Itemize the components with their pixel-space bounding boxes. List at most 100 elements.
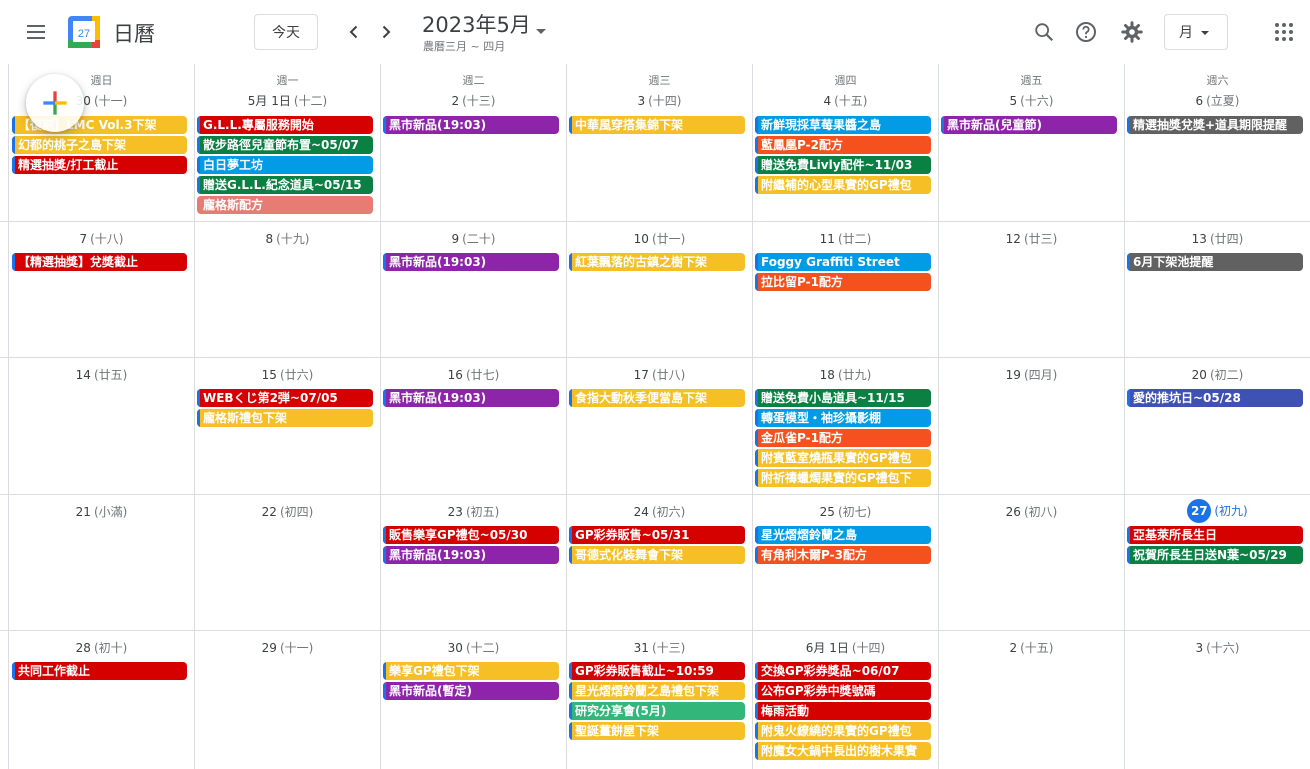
- date-label[interactable]: 22: [262, 505, 277, 519]
- event-chip[interactable]: 附繼補的心型果實的GP禮包: [755, 176, 931, 194]
- date-label[interactable]: 2: [1009, 641, 1017, 655]
- day-number[interactable]: 12 (廿三): [939, 230, 1124, 247]
- day-number[interactable]: 30 (十二): [381, 639, 566, 656]
- date-label[interactable]: 29: [262, 641, 277, 655]
- event-chip[interactable]: 白日夢工坊: [197, 156, 373, 174]
- event-chip[interactable]: 祝賀所長生日送N葉~05/29: [1127, 546, 1303, 564]
- date-label[interactable]: 5月 1日: [248, 94, 291, 108]
- date-label[interactable]: 6: [1195, 94, 1203, 108]
- event-chip[interactable]: 星光熠熠鈴蘭之島禮包下架: [569, 682, 745, 700]
- day-number[interactable]: 5月 1日 (十二): [195, 92, 380, 109]
- event-chip[interactable]: 中華風穿搭集錦下架: [569, 116, 745, 134]
- date-label[interactable]: 6月 1日: [806, 641, 849, 655]
- event-chip[interactable]: Foggy Graffiti Street: [755, 253, 931, 271]
- day-cell[interactable]: 16 (廿七) 黑市新品(19:03): [380, 358, 566, 495]
- date-label[interactable]: 15: [262, 368, 277, 382]
- main-menu-button[interactable]: [16, 12, 56, 52]
- day-cell[interactable]: 31 (十三) GP彩券販售截止~10:59 星光熠熠鈴蘭之島禮包下架 研究分享會(5月…: [566, 631, 752, 769]
- event-chip[interactable]: 愛的推坑日~05/28: [1127, 389, 1303, 407]
- date-label[interactable]: 10: [634, 232, 649, 246]
- google-apps-button[interactable]: [1264, 12, 1304, 52]
- event-chip[interactable]: 星光熠熠鈴蘭之島: [755, 526, 931, 544]
- day-cell[interactable]: 24 (初六) GP彩券販售~05/31 哥德式化裝舞會下架: [566, 495, 752, 631]
- day-cell[interactable]: 7 (十八) 【精選抽獎】兌獎截止: [8, 222, 194, 358]
- event-chip[interactable]: 黑市新品(19:03): [383, 389, 559, 407]
- day-cell[interactable]: 25 (初七) 星光熠熠鈴蘭之島 有角利木爾P-3配方: [752, 495, 938, 631]
- day-cell[interactable]: 20 (初二) 愛的推坑日~05/28: [1124, 358, 1310, 495]
- day-number[interactable]: 23 (初五): [381, 503, 566, 520]
- event-chip[interactable]: 金瓜雀P-1配方: [755, 429, 931, 447]
- day-number[interactable]: 6 (立夏): [1125, 92, 1310, 109]
- day-cell[interactable]: 週六 6 (立夏) 精選抽獎兌獎+道具期限提醒: [1124, 64, 1310, 221]
- view-switcher-dropdown[interactable]: 月: [1164, 14, 1228, 50]
- date-label[interactable]: 3: [637, 94, 645, 108]
- event-chip[interactable]: 販售樂享GP禮包~05/30: [383, 526, 559, 544]
- date-label[interactable]: 9: [451, 232, 459, 246]
- event-chip[interactable]: 有角利木爾P-3配方: [755, 546, 931, 564]
- date-label[interactable]: 26: [1006, 505, 1021, 519]
- day-number[interactable]: 3 (十六): [1125, 639, 1310, 656]
- event-chip[interactable]: 幻都的桃子之島下架: [12, 136, 187, 154]
- day-number[interactable]: 27 (初九): [1125, 499, 1310, 523]
- day-number[interactable]: 19 (四月): [939, 366, 1124, 383]
- day-number[interactable]: 3 (十四): [567, 92, 752, 109]
- event-chip[interactable]: 黑市新品(暫定): [383, 682, 559, 700]
- event-chip[interactable]: 亞基萊所長生日: [1127, 526, 1303, 544]
- event-chip[interactable]: 精選抽獎/打工截止: [12, 156, 187, 174]
- event-chip[interactable]: GP彩券販售截止~10:59: [569, 662, 745, 680]
- day-number[interactable]: 2 (十五): [939, 639, 1124, 656]
- day-cell[interactable]: 8 (十九): [194, 222, 380, 358]
- today-button[interactable]: 今天: [254, 14, 318, 50]
- day-cell[interactable]: 28 (初十) 共同工作截止: [8, 631, 194, 769]
- day-number[interactable]: 18 (廿九): [753, 366, 938, 383]
- day-cell[interactable]: 29 (十一): [194, 631, 380, 769]
- day-number[interactable]: 25 (初七): [753, 503, 938, 520]
- event-chip[interactable]: 公布GP彩券中獎號碼: [755, 682, 931, 700]
- day-number[interactable]: 13 (廿四): [1125, 230, 1310, 247]
- date-label[interactable]: 11: [820, 232, 835, 246]
- day-cell[interactable]: 10 (廿一) 紅葉飄落的古鎮之樹下架: [566, 222, 752, 358]
- date-label[interactable]: 30: [448, 641, 463, 655]
- day-cell[interactable]: 週三 3 (十四) 中華風穿搭集錦下架: [566, 64, 752, 221]
- date-label[interactable]: 24: [634, 505, 649, 519]
- event-chip[interactable]: G.L.L.專屬服務開始: [197, 116, 373, 134]
- date-label[interactable]: 12: [1006, 232, 1021, 246]
- date-label[interactable]: 21: [76, 505, 91, 519]
- day-cell[interactable]: 26 (初八): [938, 495, 1124, 631]
- event-chip[interactable]: 贈送G.L.L.紀念道具~05/15: [197, 176, 373, 194]
- date-label[interactable]: 16: [448, 368, 463, 382]
- event-chip[interactable]: 黑市新品(19:03): [383, 253, 559, 271]
- event-chip[interactable]: 贈送免費小島道具~11/15: [755, 389, 931, 407]
- day-cell[interactable]: 15 (廿六) WEBくじ第2弾~07/05 龐格斯禮包下架: [194, 358, 380, 495]
- event-chip[interactable]: 新鮮現採草莓果醬之島: [755, 116, 931, 134]
- date-label[interactable]: 3: [1195, 641, 1203, 655]
- day-cell[interactable]: 11 (廿二) Foggy Graffiti Street 拉比留P-1配方: [752, 222, 938, 358]
- date-label[interactable]: 2: [451, 94, 459, 108]
- event-chip[interactable]: 哥德式化裝舞會下架: [569, 546, 745, 564]
- day-cell[interactable]: 19 (四月): [938, 358, 1124, 495]
- date-label[interactable]: 31: [634, 641, 649, 655]
- day-number[interactable]: 21 (小滿): [9, 503, 194, 520]
- event-chip[interactable]: 樂享GP禮包下架: [383, 662, 559, 680]
- day-cell[interactable]: 14 (廿五): [8, 358, 194, 495]
- date-label[interactable]: 13: [1192, 232, 1207, 246]
- event-chip[interactable]: 附魔女大鍋中長出的樹木果實: [755, 742, 931, 760]
- day-cell[interactable]: 18 (廿九) 贈送免費小島道具~11/15 轉蛋模型・袖珍攝影棚 金瓜雀P-1配方 附賓…: [752, 358, 938, 495]
- date-label[interactable]: 7: [79, 232, 87, 246]
- event-chip[interactable]: 附祈禱蠟燭果實的GP禮包下: [755, 469, 931, 487]
- event-chip[interactable]: 轉蛋模型・袖珍攝影棚: [755, 409, 931, 427]
- event-chip[interactable]: 附鬼火繚繞的果實的GP禮包: [755, 722, 931, 740]
- day-number[interactable]: 26 (初八): [939, 503, 1124, 520]
- event-chip[interactable]: 梅雨活動: [755, 702, 931, 720]
- event-chip[interactable]: 龐格斯禮包下架: [197, 409, 373, 427]
- day-number[interactable]: 17 (廿八): [567, 366, 752, 383]
- date-label[interactable]: 23: [448, 505, 463, 519]
- day-number[interactable]: 11 (廿二): [753, 230, 938, 247]
- day-cell[interactable]: 30 (十二) 樂享GP禮包下架 黑市新品(暫定): [380, 631, 566, 769]
- day-number[interactable]: 5 (十六): [939, 92, 1124, 109]
- date-label[interactable]: 25: [820, 505, 835, 519]
- day-cell[interactable]: 21 (小滿): [8, 495, 194, 631]
- day-number[interactable]: 7 (十八): [9, 230, 194, 247]
- day-number[interactable]: 2 (十三): [381, 92, 566, 109]
- day-number[interactable]: 9 (二十): [381, 230, 566, 247]
